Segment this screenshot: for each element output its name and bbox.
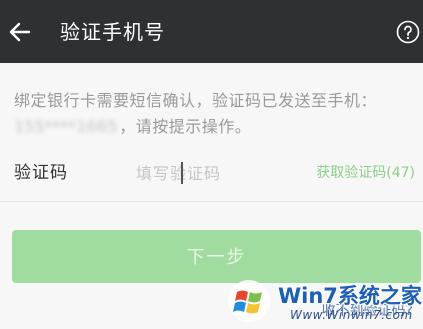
verification-code-row: 验证码 获取验证码(47) (0, 146, 423, 202)
verification-code-input[interactable] (136, 158, 296, 188)
help-circle-icon[interactable] (396, 20, 420, 44)
watermark-title: Win7系统之家 (278, 284, 422, 308)
site-watermark: Win7系统之家 Www.Winwin7.com (222, 270, 422, 328)
back-arrow-icon[interactable] (7, 19, 33, 45)
watermark-url: Www.Winwin7.com (290, 308, 413, 322)
notice-text: 绑定银行卡需要短信确认，验证码已发送至手机： (14, 91, 378, 110)
code-label: 验证码 (14, 163, 68, 183)
title-bar: 验证手机号 (0, 0, 423, 63)
notice-text-suffix: ，请按提示操作。 (119, 117, 252, 136)
text-caret (181, 162, 183, 184)
get-code-button[interactable]: 获取验证码(47) (316, 163, 415, 183)
page-title: 验证手机号 (60, 20, 165, 44)
windows-logo-icon (228, 280, 270, 322)
masked-phone-number: 155****1665 (14, 117, 118, 136)
sms-notice: 绑定银行卡需要短信确认，验证码已发送至手机： 155****1665 ，请按提示操… (14, 88, 414, 140)
